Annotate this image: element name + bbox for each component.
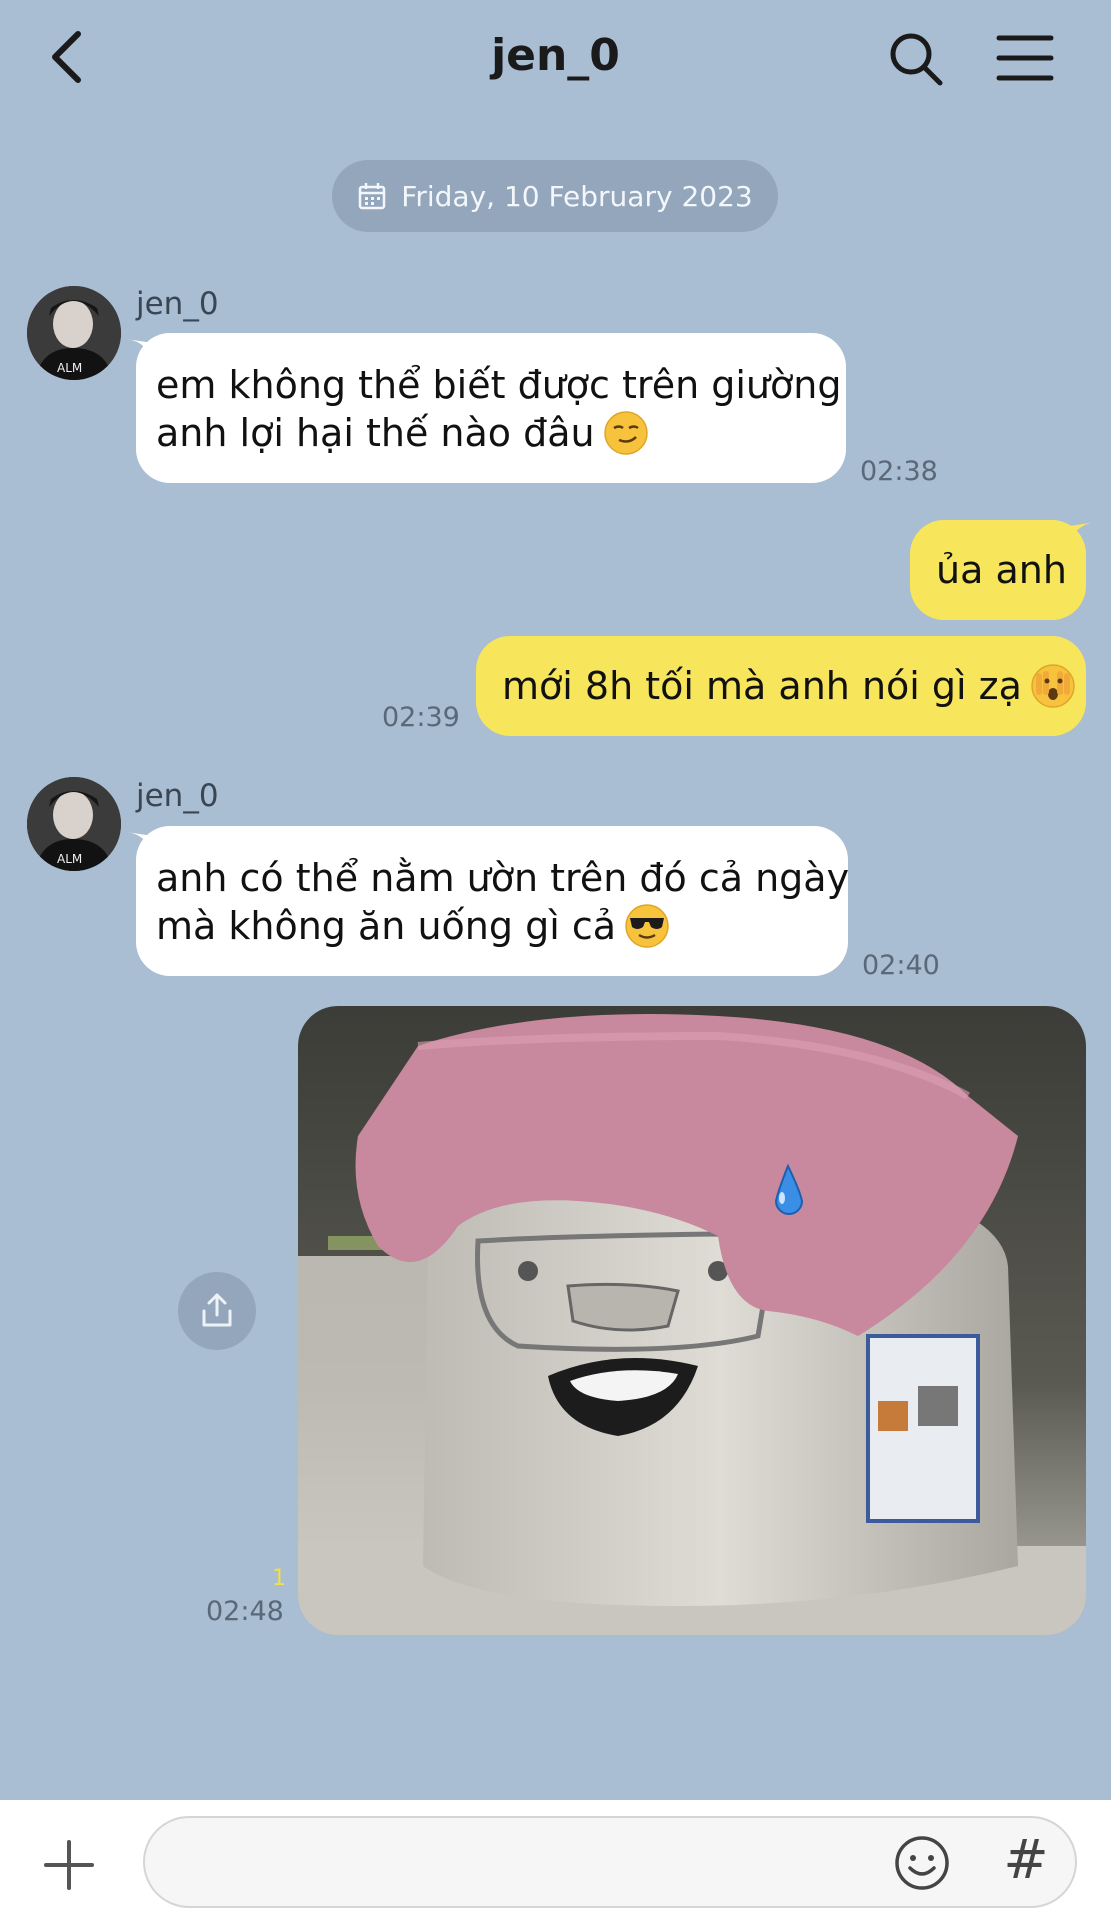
message-text-line: em không thể biết được trên giường	[156, 363, 842, 407]
date-divider: Friday, 10 February 2023	[332, 160, 778, 232]
avatar-photo: ALM	[27, 286, 121, 380]
chat-header: jen_0	[0, 0, 1111, 120]
share-icon	[202, 1293, 232, 1327]
hamburger-menu-icon	[996, 35, 1054, 81]
search-button[interactable]	[885, 28, 947, 90]
sender-name: jen_0	[136, 286, 219, 322]
message-text-line: ủa anh	[936, 548, 1067, 592]
hashtag-button[interactable]: #	[996, 1830, 1056, 1890]
message-text-line: mới 8h tối mà anh nói gì zạ	[502, 664, 1022, 708]
outgoing-message-bubble[interactable]: mới 8h tối mà anh nói gì zạ	[476, 636, 1086, 736]
avatar-photo: ALM	[27, 777, 121, 871]
message-text-line: mà không ăn uống gì cả	[156, 904, 617, 948]
avatar[interactable]: ALM	[27, 286, 121, 380]
image-message[interactable]	[298, 1006, 1086, 1635]
search-icon	[890, 33, 943, 86]
message-text-line: anh lợi hại thế nào đâu	[156, 411, 595, 455]
smirk-emoji-icon	[603, 411, 648, 455]
outgoing-message-bubble[interactable]: ủa anh	[910, 520, 1096, 620]
read-count: 1	[272, 1566, 286, 1591]
emoji-button[interactable]	[893, 1834, 951, 1892]
message-time: 02:38	[860, 456, 938, 487]
sunglasses-emoji-icon	[625, 904, 669, 948]
bubble-tail	[126, 339, 166, 367]
avatar[interactable]: ALM	[27, 777, 121, 871]
bubble-tail	[1056, 522, 1096, 550]
attach-button[interactable]	[42, 1838, 96, 1892]
incoming-message-bubble[interactable]: anh có thể nằm ườn trên đó cả ngày mà kh…	[126, 826, 850, 976]
rice-cooker-image	[298, 1006, 1086, 1635]
message-time: 02:39	[382, 702, 460, 733]
message-text-line: anh có thể nằm ườn trên đó cả ngày	[156, 856, 850, 900]
face-peeking-emoji-icon	[1031, 664, 1075, 708]
share-button[interactable]	[178, 1272, 256, 1350]
calendar-icon	[359, 183, 386, 210]
svg-text:ALM: ALM	[57, 361, 82, 375]
svg-text:ALM: ALM	[57, 852, 82, 866]
plus-icon	[44, 1840, 94, 1890]
smiley-icon	[895, 1836, 949, 1890]
message-time: 02:40	[862, 950, 940, 981]
menu-button[interactable]	[995, 30, 1055, 86]
bubble-tail	[126, 832, 166, 860]
message-composer: #	[0, 1800, 1111, 1920]
date-divider-text: Friday, 10 February 2023	[401, 179, 753, 213]
sender-name: jen_0	[136, 778, 219, 814]
incoming-message-bubble[interactable]: em không thể biết được trên giường anh l…	[126, 333, 846, 483]
message-time: 02:48	[206, 1596, 284, 1627]
